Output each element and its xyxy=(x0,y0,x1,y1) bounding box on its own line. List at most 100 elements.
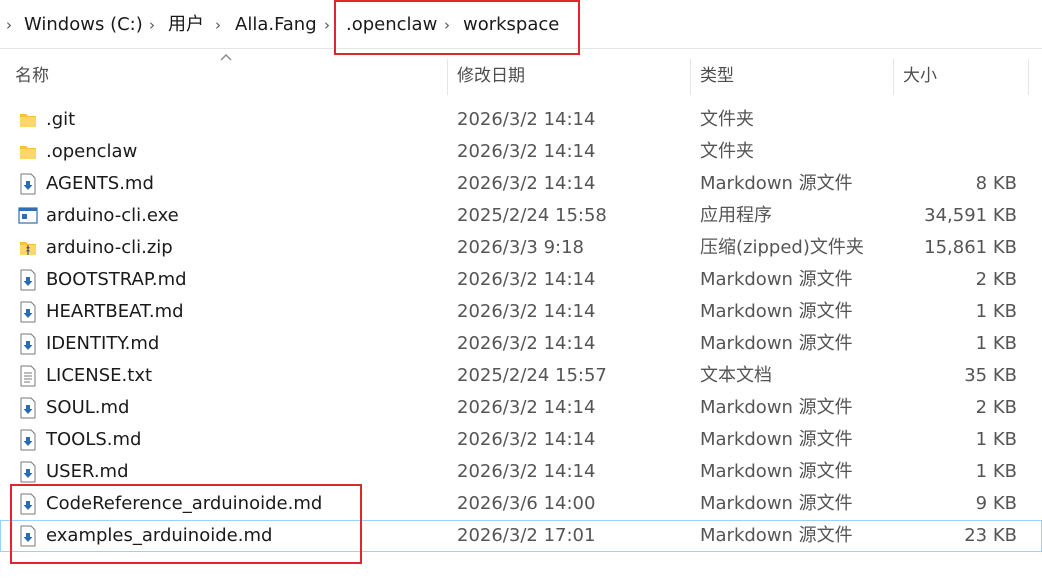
file-modified-date: 2026/3/2 14:14 xyxy=(457,173,596,194)
file-type: Markdown 源文件 xyxy=(700,173,853,194)
file-name: LICENSE.txt xyxy=(46,365,153,386)
file-size: 34,591 KB xyxy=(924,205,1017,226)
breadcrumb-item-openclaw[interactable]: .openclaw xyxy=(346,0,437,48)
file-name: AGENTS.md xyxy=(46,173,154,194)
breadcrumb-item-workspace[interactable]: workspace xyxy=(463,0,559,48)
chevron-right-icon[interactable]: › xyxy=(438,0,456,48)
file-name: IDENTITY.md xyxy=(46,333,160,354)
file-list: .git 2026/3/2 14:14 文件夹 .openclaw 2026/3/2 1… xyxy=(0,104,1042,552)
file-modified-date: 2026/3/2 17:01 xyxy=(457,525,596,546)
file-row[interactable]: IDENTITY.md 2026/3/2 14:14 Markdown 源文件 1 K… xyxy=(0,328,1042,360)
folder-icon xyxy=(18,141,38,163)
column-header-row: 名称 修改日期 类型 大小 xyxy=(0,55,1042,95)
markdown-file-icon xyxy=(18,493,38,515)
column-header-type[interactable]: 类型 xyxy=(690,55,893,95)
markdown-file-icon xyxy=(18,333,38,355)
chevron-right-icon[interactable]: › xyxy=(0,0,18,48)
file-modified-date: 2025/2/24 15:58 xyxy=(457,205,607,226)
file-size: 15,861 KB xyxy=(924,237,1017,258)
file-row[interactable]: CodeReference_arduinoide.md 2026/3/6 14:0… xyxy=(0,488,1042,520)
file-name: SOUL.md xyxy=(46,397,130,418)
file-row[interactable]: LICENSE.txt 2025/2/24 15:57 文本文档 35 KB xyxy=(0,360,1042,392)
text-file-icon xyxy=(18,365,38,387)
file-modified-date: 2026/3/2 14:14 xyxy=(457,333,596,354)
column-header-modified[interactable]: 修改日期 xyxy=(447,55,690,95)
file-explorer-window: › Windows (C:) › 用户 › Alla.Fang › .openc… xyxy=(0,0,1042,581)
file-type: 压缩(zipped)文件夹 xyxy=(700,237,864,258)
chevron-right-icon[interactable]: › xyxy=(209,0,227,48)
file-name: .git xyxy=(46,109,76,130)
zip-folder-icon xyxy=(18,237,38,259)
file-size: 1 KB xyxy=(975,301,1017,322)
exe-file-icon xyxy=(18,205,38,227)
file-name: USER.md xyxy=(46,461,129,482)
file-type: Markdown 源文件 xyxy=(700,333,853,354)
markdown-file-icon xyxy=(18,429,38,451)
file-modified-date: 2025/2/24 15:57 xyxy=(457,365,607,386)
file-name: .openclaw xyxy=(46,141,138,162)
file-row[interactable]: .git 2026/3/2 14:14 文件夹 xyxy=(0,104,1042,136)
file-row[interactable]: SOUL.md 2026/3/2 14:14 Markdown 源文件 2 KB xyxy=(0,392,1042,424)
file-type: Markdown 源文件 xyxy=(700,269,853,290)
file-modified-date: 2026/3/2 14:14 xyxy=(457,301,596,322)
file-name: CodeReference_arduinoide.md xyxy=(46,493,323,514)
folder-icon xyxy=(18,109,38,131)
file-type: 文本文档 xyxy=(700,365,772,386)
chevron-right-icon[interactable]: › xyxy=(318,0,336,48)
file-modified-date: 2026/3/3 9:18 xyxy=(457,237,584,258)
markdown-file-icon xyxy=(18,397,38,419)
file-type: 文件夹 xyxy=(700,109,754,130)
file-modified-date: 2026/3/2 14:14 xyxy=(457,397,596,418)
file-type: 应用程序 xyxy=(700,205,772,226)
file-row[interactable]: AGENTS.md 2026/3/2 14:14 Markdown 源文件 8 KB xyxy=(0,168,1042,200)
file-name: examples_arduinoide.md xyxy=(46,525,273,546)
markdown-file-icon xyxy=(18,301,38,323)
file-row[interactable]: examples_arduinoide.md 2026/3/2 17:01 Mark… xyxy=(0,520,1042,552)
markdown-file-icon xyxy=(18,269,38,291)
file-size: 9 KB xyxy=(975,493,1017,514)
file-size: 2 KB xyxy=(975,397,1017,418)
column-divider[interactable] xyxy=(1028,59,1029,95)
file-type: Markdown 源文件 xyxy=(700,397,853,418)
file-size: 1 KB xyxy=(975,333,1017,354)
markdown-file-icon xyxy=(18,461,38,483)
file-size: 1 KB xyxy=(975,429,1017,450)
breadcrumb-item-users[interactable]: 用户 xyxy=(168,0,204,48)
file-modified-date: 2026/3/2 14:14 xyxy=(457,269,596,290)
file-name: arduino-cli.exe xyxy=(46,205,179,226)
file-row[interactable]: TOOLS.md 2026/3/2 14:14 Markdown 源文件 1 KB xyxy=(0,424,1042,456)
file-name: TOOLS.md xyxy=(46,429,142,450)
file-modified-date: 2026/3/6 14:00 xyxy=(457,493,596,514)
file-modified-date: 2026/3/2 14:14 xyxy=(457,429,596,450)
file-size: 8 KB xyxy=(975,173,1017,194)
file-name: BOOTSTRAP.md xyxy=(46,269,187,290)
file-type: Markdown 源文件 xyxy=(700,429,853,450)
file-type: Markdown 源文件 xyxy=(700,301,853,322)
file-type: Markdown 源文件 xyxy=(700,493,853,514)
file-row[interactable]: arduino-cli.exe 2025/2/24 15:58 应用程序 34,591… xyxy=(0,200,1042,232)
file-type: Markdown 源文件 xyxy=(700,461,853,482)
markdown-file-icon xyxy=(18,525,38,547)
file-modified-date: 2026/3/2 14:14 xyxy=(457,141,596,162)
file-size: 35 KB xyxy=(964,365,1017,386)
markdown-file-icon xyxy=(18,173,38,195)
file-name: arduino-cli.zip xyxy=(46,237,173,258)
file-row[interactable]: HEARTBEAT.md 2026/3/2 14:14 Markdown 源文件 1 … xyxy=(0,296,1042,328)
chevron-right-icon[interactable]: › xyxy=(143,0,161,48)
file-size: 23 KB xyxy=(964,525,1017,546)
breadcrumb: › Windows (C:) › 用户 › Alla.Fang › .openc… xyxy=(0,0,1042,49)
file-row[interactable]: .openclaw 2026/3/2 14:14 文件夹 xyxy=(0,136,1042,168)
file-size: 1 KB xyxy=(975,461,1017,482)
file-row[interactable]: USER.md 2026/3/2 14:14 Markdown 源文件 1 KB xyxy=(0,456,1042,488)
file-type: 文件夹 xyxy=(700,141,754,162)
breadcrumb-item-user[interactable]: Alla.Fang xyxy=(235,0,317,48)
file-row[interactable]: BOOTSTRAP.md 2026/3/2 14:14 Markdown 源文件 2 … xyxy=(0,264,1042,296)
file-modified-date: 2026/3/2 14:14 xyxy=(457,461,596,482)
file-modified-date: 2026/3/2 14:14 xyxy=(457,109,596,130)
sort-ascending-icon xyxy=(220,54,232,61)
file-type: Markdown 源文件 xyxy=(700,525,853,546)
column-header-size[interactable]: 大小 xyxy=(893,55,1028,95)
file-size: 2 KB xyxy=(975,269,1017,290)
file-row[interactable]: arduino-cli.zip 2026/3/3 9:18 压缩(zipped)文件… xyxy=(0,232,1042,264)
breadcrumb-item-drive[interactable]: Windows (C:) xyxy=(24,0,143,48)
